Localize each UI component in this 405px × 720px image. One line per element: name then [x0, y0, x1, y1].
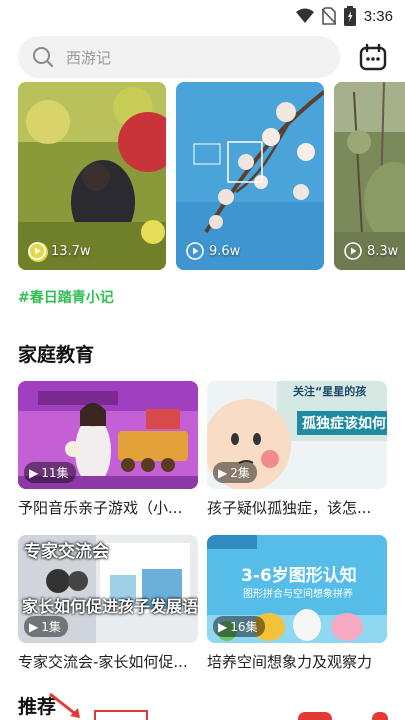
status-time: 3:36 — [363, 7, 393, 25]
program-title: 专家交流会-家长如何促... — [18, 653, 188, 671]
program-card[interactable]: ▶ 11集 予阳音乐亲子游戏（小... — [18, 381, 198, 518]
thumb-subtitle-text: 图形拼合与空间想象拼养 — [243, 589, 353, 600]
play-count: 8.3w — [344, 242, 398, 260]
hashtag-link[interactable]: #春日踏青小记 — [18, 287, 114, 307]
thumb-subheading: 孤独症该如何 — [297, 411, 387, 435]
play-icon — [344, 242, 362, 260]
program-card[interactable]: 关注“星星的孩 孤独症该如何 ▶ 2集 孩子疑似孤独症，该怎... — [207, 381, 387, 518]
calendar-button[interactable] — [358, 42, 388, 72]
wifi-icon — [295, 8, 314, 23]
calendar-icon — [359, 43, 387, 71]
view-count: 9.6w — [209, 243, 241, 259]
status-bar: 3:36 — [0, 0, 405, 32]
view-count: 8.3w — [367, 243, 399, 259]
search-row: 西游记 — [0, 34, 405, 80]
program-title: 予阳音乐亲子游戏（小... — [18, 499, 183, 517]
search-icon — [33, 47, 54, 68]
play-count: 13.7w — [28, 242, 91, 260]
program-card[interactable]: 专家交流会 家长如何促进孩子发展语言 ▶ 1集 专家交流会-家长如何促... — [18, 535, 198, 672]
status-icons: 3:36 — [295, 6, 393, 26]
episode-count: 2集 — [230, 466, 250, 480]
bottom-peek: 推荐 — [0, 690, 405, 720]
play-count: 9.6w — [186, 242, 240, 260]
play-icon — [186, 242, 204, 260]
episode-badge: ▶ 16集 — [213, 616, 265, 637]
play-small-icon: ▶ — [29, 619, 39, 634]
video-card[interactable]: 8.3w — [334, 82, 405, 270]
episode-count: 11集 — [41, 466, 69, 480]
play-small-icon: ▶ — [218, 619, 228, 634]
video-strip: 13.7w 9.6w 8.3w — [0, 82, 405, 270]
program-thumbnail: 关注“星星的孩 孤独症该如何 ▶ 2集 — [207, 381, 387, 489]
red-dot — [372, 712, 388, 720]
program-card[interactable]: 3-6岁图形认知 图形拼合与空间想象拼养 ▶ 16集 培养空间想象力及观察力 — [207, 535, 387, 672]
episode-badge: ▶ 1集 — [24, 616, 68, 637]
search-input[interactable]: 西游记 — [18, 36, 340, 78]
section-title-family: 家庭教育 — [18, 344, 95, 366]
play-small-icon: ▶ — [29, 465, 39, 480]
video-card[interactable]: 9.6w — [176, 82, 324, 270]
annotation-box — [94, 710, 148, 720]
play-icon — [28, 242, 46, 260]
episode-badge: ▶ 2集 — [213, 462, 257, 483]
episode-count: 16集 — [230, 620, 258, 634]
episode-count: 1集 — [41, 620, 61, 634]
episode-badge: ▶ 11集 — [24, 462, 76, 483]
video-card[interactable]: 13.7w — [18, 82, 166, 270]
program-thumbnail: ▶ 11集 — [18, 381, 198, 489]
battery-icon — [343, 6, 356, 26]
view-count: 13.7w — [51, 243, 91, 259]
program-title: 孩子疑似孤独症，该怎... — [207, 499, 372, 517]
annotation-arrow — [49, 692, 80, 718]
program-thumbnail: 专家交流会 家长如何促进孩子发展语言 ▶ 1集 — [18, 535, 198, 643]
play-small-icon: ▶ — [218, 465, 228, 480]
red-indicator — [298, 712, 332, 720]
no-sim-icon — [321, 7, 336, 25]
thumb-heading: 关注“星星的孩 — [293, 385, 367, 398]
search-placeholder: 西游记 — [66, 48, 112, 67]
thumb-main-text: 家长如何促进孩子发展语言 — [22, 597, 198, 616]
thumb-title-text: 3-6岁图形认知 — [241, 566, 357, 586]
program-thumbnail: 3-6岁图形认知 图形拼合与空间想象拼养 ▶ 16集 — [207, 535, 387, 643]
thumb-top-text: 专家交流会 — [24, 542, 109, 562]
program-title: 培养空间想象力及观察力 — [207, 653, 373, 671]
